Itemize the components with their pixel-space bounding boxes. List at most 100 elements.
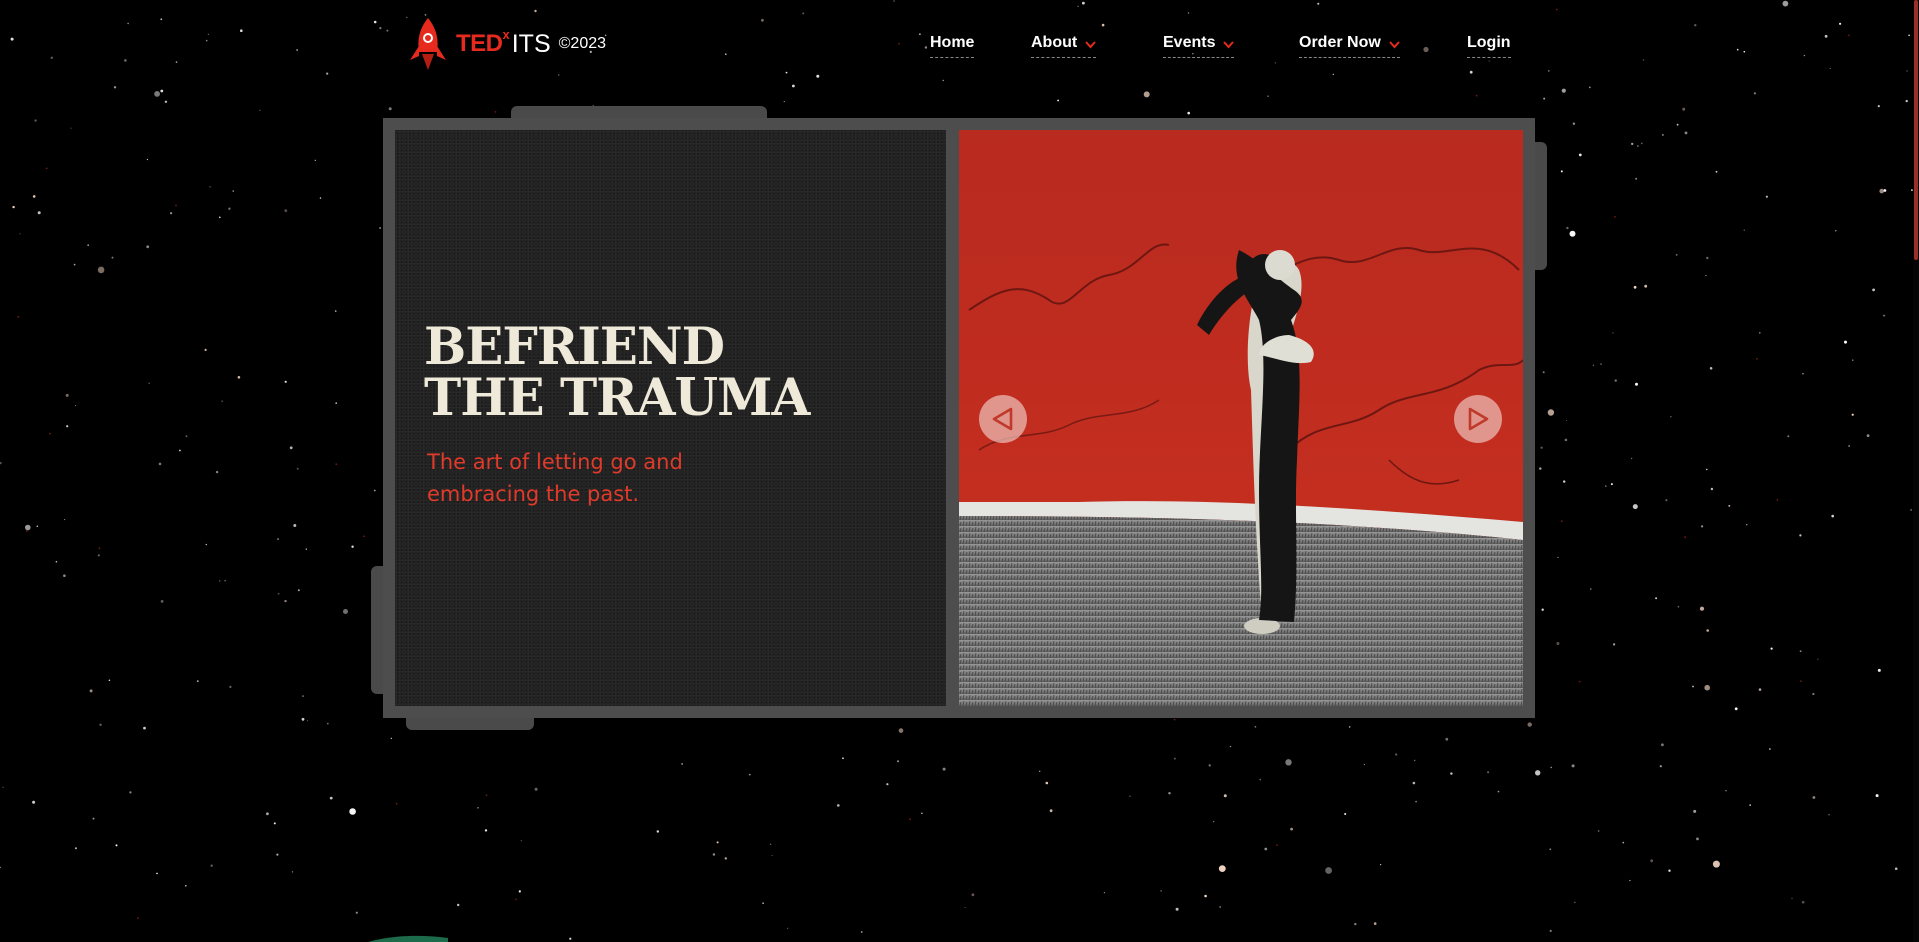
star — [1395, 753, 1398, 756]
star — [154, 91, 161, 97]
scrollbar-thumb[interactable] — [1914, 0, 1918, 260]
star — [164, 100, 168, 104]
star — [1776, 499, 1779, 501]
star — [1644, 284, 1648, 288]
carousel-prev-button[interactable] — [979, 395, 1027, 443]
star — [1670, 416, 1672, 418]
star — [1765, 195, 1768, 198]
star — [70, 127, 72, 129]
star — [1622, 841, 1625, 844]
star — [329, 796, 333, 800]
star — [1542, 371, 1545, 374]
star — [1706, 468, 1708, 471]
star — [143, 726, 146, 730]
star — [1782, 0, 1789, 7]
star — [1701, 525, 1704, 528]
star — [1285, 759, 1292, 766]
star — [494, 111, 497, 113]
star — [170, 212, 173, 215]
star — [1469, 70, 1473, 74]
star — [129, 791, 132, 794]
star — [1539, 467, 1542, 470]
star — [395, 802, 398, 805]
star — [842, 757, 844, 760]
star — [273, 822, 276, 825]
star — [1662, 134, 1664, 136]
carousel-next-button[interactable] — [1454, 395, 1502, 443]
star — [712, 853, 716, 856]
star — [0, 461, 2, 465]
star — [113, 86, 117, 89]
star — [1756, 357, 1758, 360]
star — [379, 227, 381, 229]
star — [224, 580, 226, 582]
star — [1875, 794, 1879, 798]
star — [1770, 647, 1773, 650]
star — [1267, 95, 1269, 97]
star — [219, 216, 221, 219]
star — [802, 12, 805, 15]
star — [148, 382, 150, 384]
star — [335, 402, 338, 404]
star — [1254, 725, 1257, 728]
star — [1578, 153, 1582, 157]
star — [355, 911, 358, 914]
star — [1354, 922, 1357, 926]
star — [1817, 658, 1819, 660]
star — [1910, 508, 1913, 511]
triangle-right-icon — [1468, 407, 1489, 431]
star — [215, 470, 219, 474]
star — [787, 927, 789, 929]
star — [19, 233, 21, 235]
star — [1556, 642, 1560, 645]
star — [1101, 23, 1105, 27]
star — [534, 9, 537, 13]
star — [1650, 859, 1654, 863]
star — [558, 74, 560, 76]
star — [137, 917, 139, 920]
star — [1801, 900, 1805, 904]
star — [1791, 897, 1793, 899]
star — [1613, 643, 1616, 646]
nav-order-now-link[interactable]: Order Now — [1299, 34, 1400, 58]
star — [1548, 70, 1550, 72]
star — [351, 545, 354, 548]
star — [379, 27, 382, 30]
star — [319, 197, 322, 199]
star — [1799, 650, 1802, 653]
star — [1812, 796, 1816, 799]
star — [97, 554, 100, 557]
star — [1802, 372, 1804, 375]
star — [1828, 814, 1830, 816]
star — [65, 393, 69, 397]
star — [185, 435, 188, 438]
star — [326, 72, 329, 75]
star — [860, 931, 863, 933]
nav-login-link[interactable]: Login — [1467, 34, 1511, 58]
star — [98, 547, 101, 550]
nav-events-link[interactable]: Events — [1163, 34, 1235, 58]
star — [185, 885, 187, 887]
star — [1274, 62, 1276, 64]
star — [534, 787, 538, 791]
star — [1848, 445, 1851, 447]
star — [277, 538, 279, 540]
star — [1574, 901, 1576, 903]
nav-home-link[interactable]: Home — [930, 34, 975, 58]
star — [89, 689, 93, 693]
star — [1173, 757, 1176, 760]
star — [1143, 91, 1150, 98]
star — [302, 695, 304, 698]
star — [1450, 772, 1453, 775]
star — [1344, 813, 1347, 815]
star — [785, 71, 788, 74]
star — [92, 817, 95, 820]
star — [277, 592, 280, 595]
star — [335, 463, 338, 466]
star — [1325, 867, 1332, 874]
star — [25, 530, 28, 532]
star — [897, 760, 899, 763]
hero-artwork-image — [959, 130, 1523, 706]
nav-about-link[interactable]: About — [1031, 34, 1097, 58]
star — [783, 101, 785, 103]
